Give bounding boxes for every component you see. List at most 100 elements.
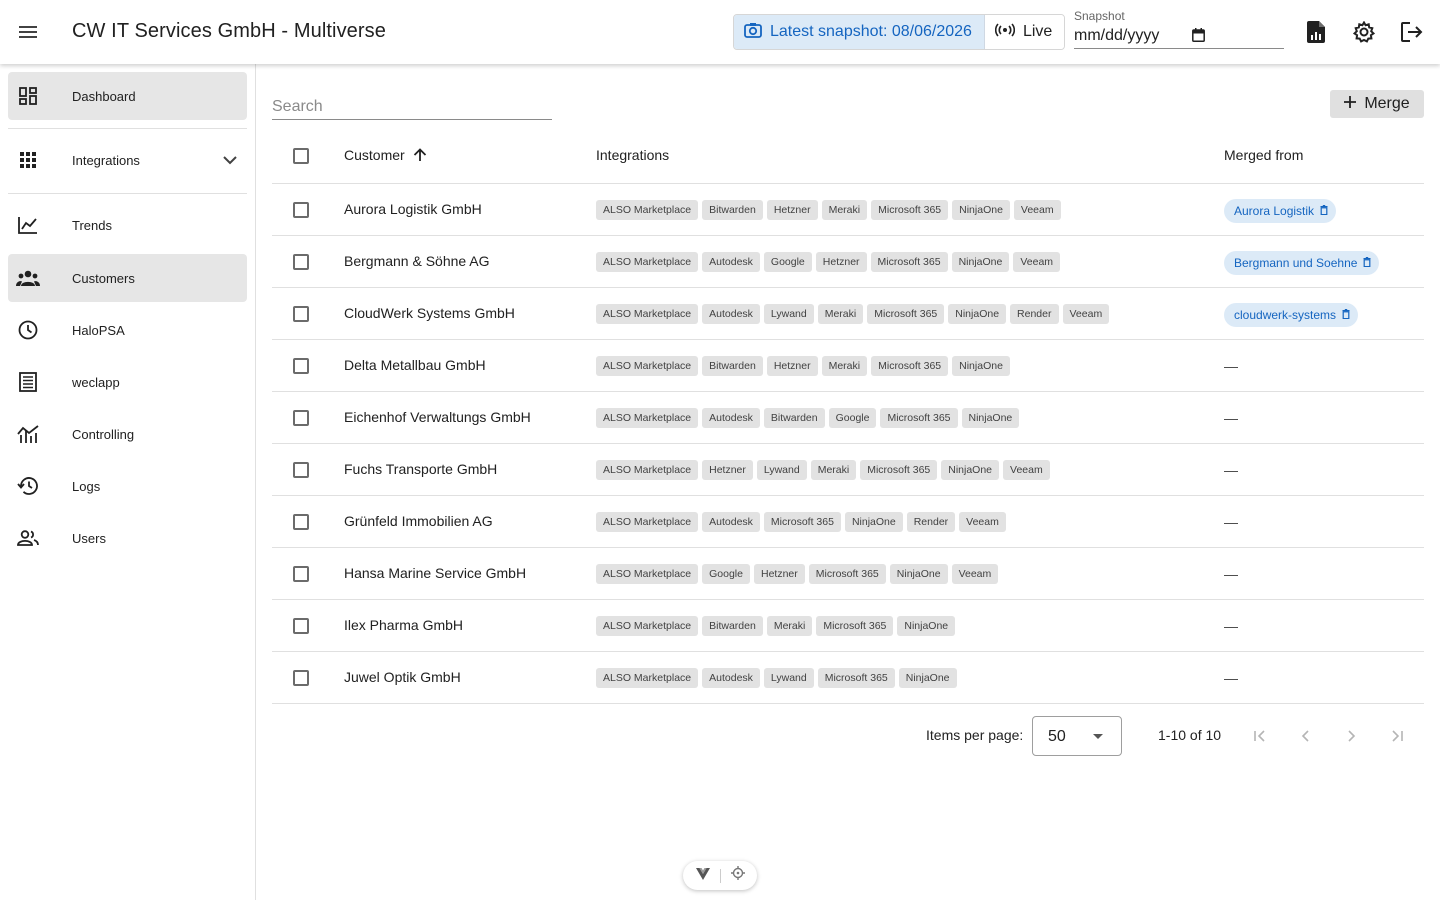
- column-header-customer[interactable]: Customer: [344, 147, 427, 163]
- next-page-icon[interactable]: [1337, 722, 1365, 750]
- merged-source-label: cloudwerk-systems: [1234, 308, 1337, 322]
- logout-icon[interactable]: [1392, 12, 1432, 52]
- delete-icon[interactable]: [1363, 256, 1371, 270]
- sidebar-item-dashboard[interactable]: Dashboard: [8, 72, 247, 120]
- delete-icon[interactable]: [1342, 308, 1350, 322]
- sidebar-item-weclapp[interactable]: weclapp: [8, 358, 247, 406]
- select-all-checkbox[interactable]: [293, 148, 309, 164]
- integration-chips: ALSO Marketplace Bitwarden Hetzner Meraki Mi…: [596, 356, 1010, 376]
- integration-chips: ALSO Marketplace Autodesk Google Hetzner Mic…: [596, 252, 1061, 272]
- table-row[interactable]: Aurora Logistik GmbH ALSO Marketplace Bitw…: [272, 184, 1424, 236]
- integration-chip: Bitwarden: [702, 200, 763, 220]
- snapshot-toggle-group: Latest snapshot: 08/06/2026 Live: [733, 14, 1066, 50]
- merge-button[interactable]: Merge: [1330, 90, 1424, 118]
- integration-chip: Microsoft 365: [860, 460, 938, 480]
- search-field[interactable]: [272, 92, 552, 120]
- customer-name: Ilex Pharma GmbH: [344, 617, 464, 633]
- integration-chip: Autodesk: [702, 512, 760, 532]
- table-row[interactable]: Delta Metallbau GmbH ALSO Marketplace Bitw…: [272, 340, 1424, 392]
- merged-from-empty: —: [1224, 566, 1238, 582]
- live-button[interactable]: Live: [984, 15, 1065, 49]
- table-body: Aurora Logistik GmbH ALSO Marketplace Bitw…: [272, 184, 1424, 704]
- customer-name: CloudWerk Systems GmbH: [344, 305, 515, 321]
- target-crosshair-icon[interactable]: [730, 866, 745, 885]
- row-checkbox[interactable]: [293, 358, 309, 374]
- calendar-icon[interactable]: [1192, 28, 1205, 47]
- integration-chip: Microsoft 365: [871, 356, 949, 376]
- row-checkbox[interactable]: [293, 410, 309, 426]
- row-checkbox[interactable]: [293, 306, 309, 322]
- merged-from-cell: cloudwerk-systems: [1224, 303, 1359, 327]
- integration-chip: Meraki: [766, 616, 813, 636]
- row-checkbox[interactable]: [293, 202, 309, 218]
- last-page-icon[interactable]: [1383, 722, 1411, 750]
- integration-chip: Autodesk: [702, 668, 760, 688]
- integration-chip: Render: [1010, 304, 1059, 324]
- integration-chips: ALSO Marketplace Autodesk Lywand Microsoft …: [596, 668, 957, 688]
- column-header-label: Customer: [344, 147, 405, 163]
- sidebar-item-halopsa[interactable]: HaloPSA: [8, 306, 247, 354]
- report-file-icon[interactable]: [1296, 12, 1336, 52]
- merged-source-chip[interactable]: cloudwerk-systems: [1224, 303, 1359, 327]
- live-label: Live: [1022, 23, 1053, 40]
- row-checkbox[interactable]: [293, 566, 309, 582]
- items-per-page-select[interactable]: 50: [1032, 716, 1122, 756]
- delete-icon[interactable]: [1320, 204, 1328, 218]
- snapshot-date-field[interactable]: Snapshot mm/dd/yyyy: [1074, 8, 1284, 49]
- integration-chip: Veeam: [1062, 304, 1110, 324]
- sidebar-item-controlling[interactable]: Controlling: [8, 410, 247, 458]
- integration-chips: ALSO Marketplace Bitwarden Meraki Microsoft…: [596, 616, 956, 636]
- first-page-icon[interactable]: [1246, 722, 1274, 750]
- merge-label: Merge: [1364, 95, 1410, 112]
- sidebar-item-logs[interactable]: Logs: [8, 462, 247, 510]
- previous-page-icon[interactable]: [1292, 722, 1320, 750]
- integration-chip: Meraki: [810, 460, 857, 480]
- row-checkbox[interactable]: [293, 514, 309, 530]
- sidebar-item-integrations[interactable]: Integrations: [8, 136, 247, 184]
- row-checkbox[interactable]: [293, 254, 309, 270]
- sidebar-item-users[interactable]: Users: [8, 514, 247, 562]
- table-row[interactable]: Grünfeld Immobilien AG ALSO Marketplace Au…: [272, 496, 1424, 548]
- table-row[interactable]: Juwel Optik GmbH ALSO Marketplace Autodesk…: [272, 652, 1424, 704]
- settings-gear-icon[interactable]: [1344, 12, 1384, 52]
- menu-icon[interactable]: [8, 12, 48, 52]
- row-checkbox[interactable]: [293, 618, 309, 634]
- integration-chip: Hetzner: [753, 564, 805, 584]
- sidebar-item-label: weclapp: [72, 374, 120, 390]
- row-checkbox[interactable]: [293, 670, 309, 686]
- sidebar-item-customers[interactable]: Customers: [8, 254, 247, 302]
- integration-chips: ALSO Marketplace Hetzner Lywand Meraki Micro…: [596, 460, 1050, 480]
- table-row[interactable]: CloudWerk Systems GmbH ALSO Marketplace Au…: [272, 288, 1424, 340]
- merged-source-chip[interactable]: Bergmann und Soehne: [1224, 251, 1380, 275]
- row-checkbox[interactable]: [293, 462, 309, 478]
- merged-source-chip[interactable]: Aurora Logistik: [1224, 199, 1337, 223]
- integration-chip: Autodesk: [702, 408, 760, 428]
- history-icon: [8, 476, 48, 496]
- sidebar-item-label: Users: [72, 530, 106, 546]
- integration-chip: Meraki: [817, 304, 864, 324]
- merged-from-empty: —: [1224, 410, 1238, 426]
- latest-snapshot-button[interactable]: Latest snapshot: 08/06/2026: [734, 15, 985, 49]
- vue-logo-icon[interactable]: [695, 867, 710, 885]
- table-row[interactable]: Eichenhof Verwaltungs GmbH ALSO Marketpla…: [272, 392, 1424, 444]
- integration-chip: Hetzner: [766, 356, 818, 376]
- snapshot-date-value: mm/dd/yyyy: [1074, 27, 1160, 44]
- sidebar-item-trends[interactable]: Trends: [8, 201, 247, 249]
- app-title: CW IT Services GmbH - Multiverse: [72, 20, 386, 42]
- integration-chip: NinjaOne: [952, 200, 1010, 220]
- table-row[interactable]: Bergmann & Söhne AG ALSO Marketplace Autod…: [272, 236, 1424, 288]
- chevron-down-icon[interactable]: [223, 150, 237, 175]
- top-app-bar: CW IT Services GmbH - Multiverse Latest …: [0, 0, 1440, 64]
- integration-chip: Bitwarden: [702, 616, 763, 636]
- integration-chip: Bitwarden: [763, 408, 825, 428]
- table-row[interactable]: Ilex Pharma GmbH ALSO Marketplace Bitwarde…: [272, 600, 1424, 652]
- integration-chip: Microsoft 365: [880, 408, 958, 428]
- merged-from-empty: —: [1224, 514, 1238, 530]
- snapshot-field-label: Snapshot: [1074, 9, 1125, 23]
- table-row[interactable]: Fuchs Transporte GmbH ALSO Marketplace Het…: [272, 444, 1424, 496]
- items-per-page-value: 50: [1048, 728, 1066, 745]
- search-input[interactable]: [272, 92, 552, 120]
- integration-chip: NinjaOne: [844, 512, 903, 532]
- table-row[interactable]: Hansa Marine Service GmbH ALSO Marketplac…: [272, 548, 1424, 600]
- customer-name: Juwel Optik GmbH: [344, 669, 461, 685]
